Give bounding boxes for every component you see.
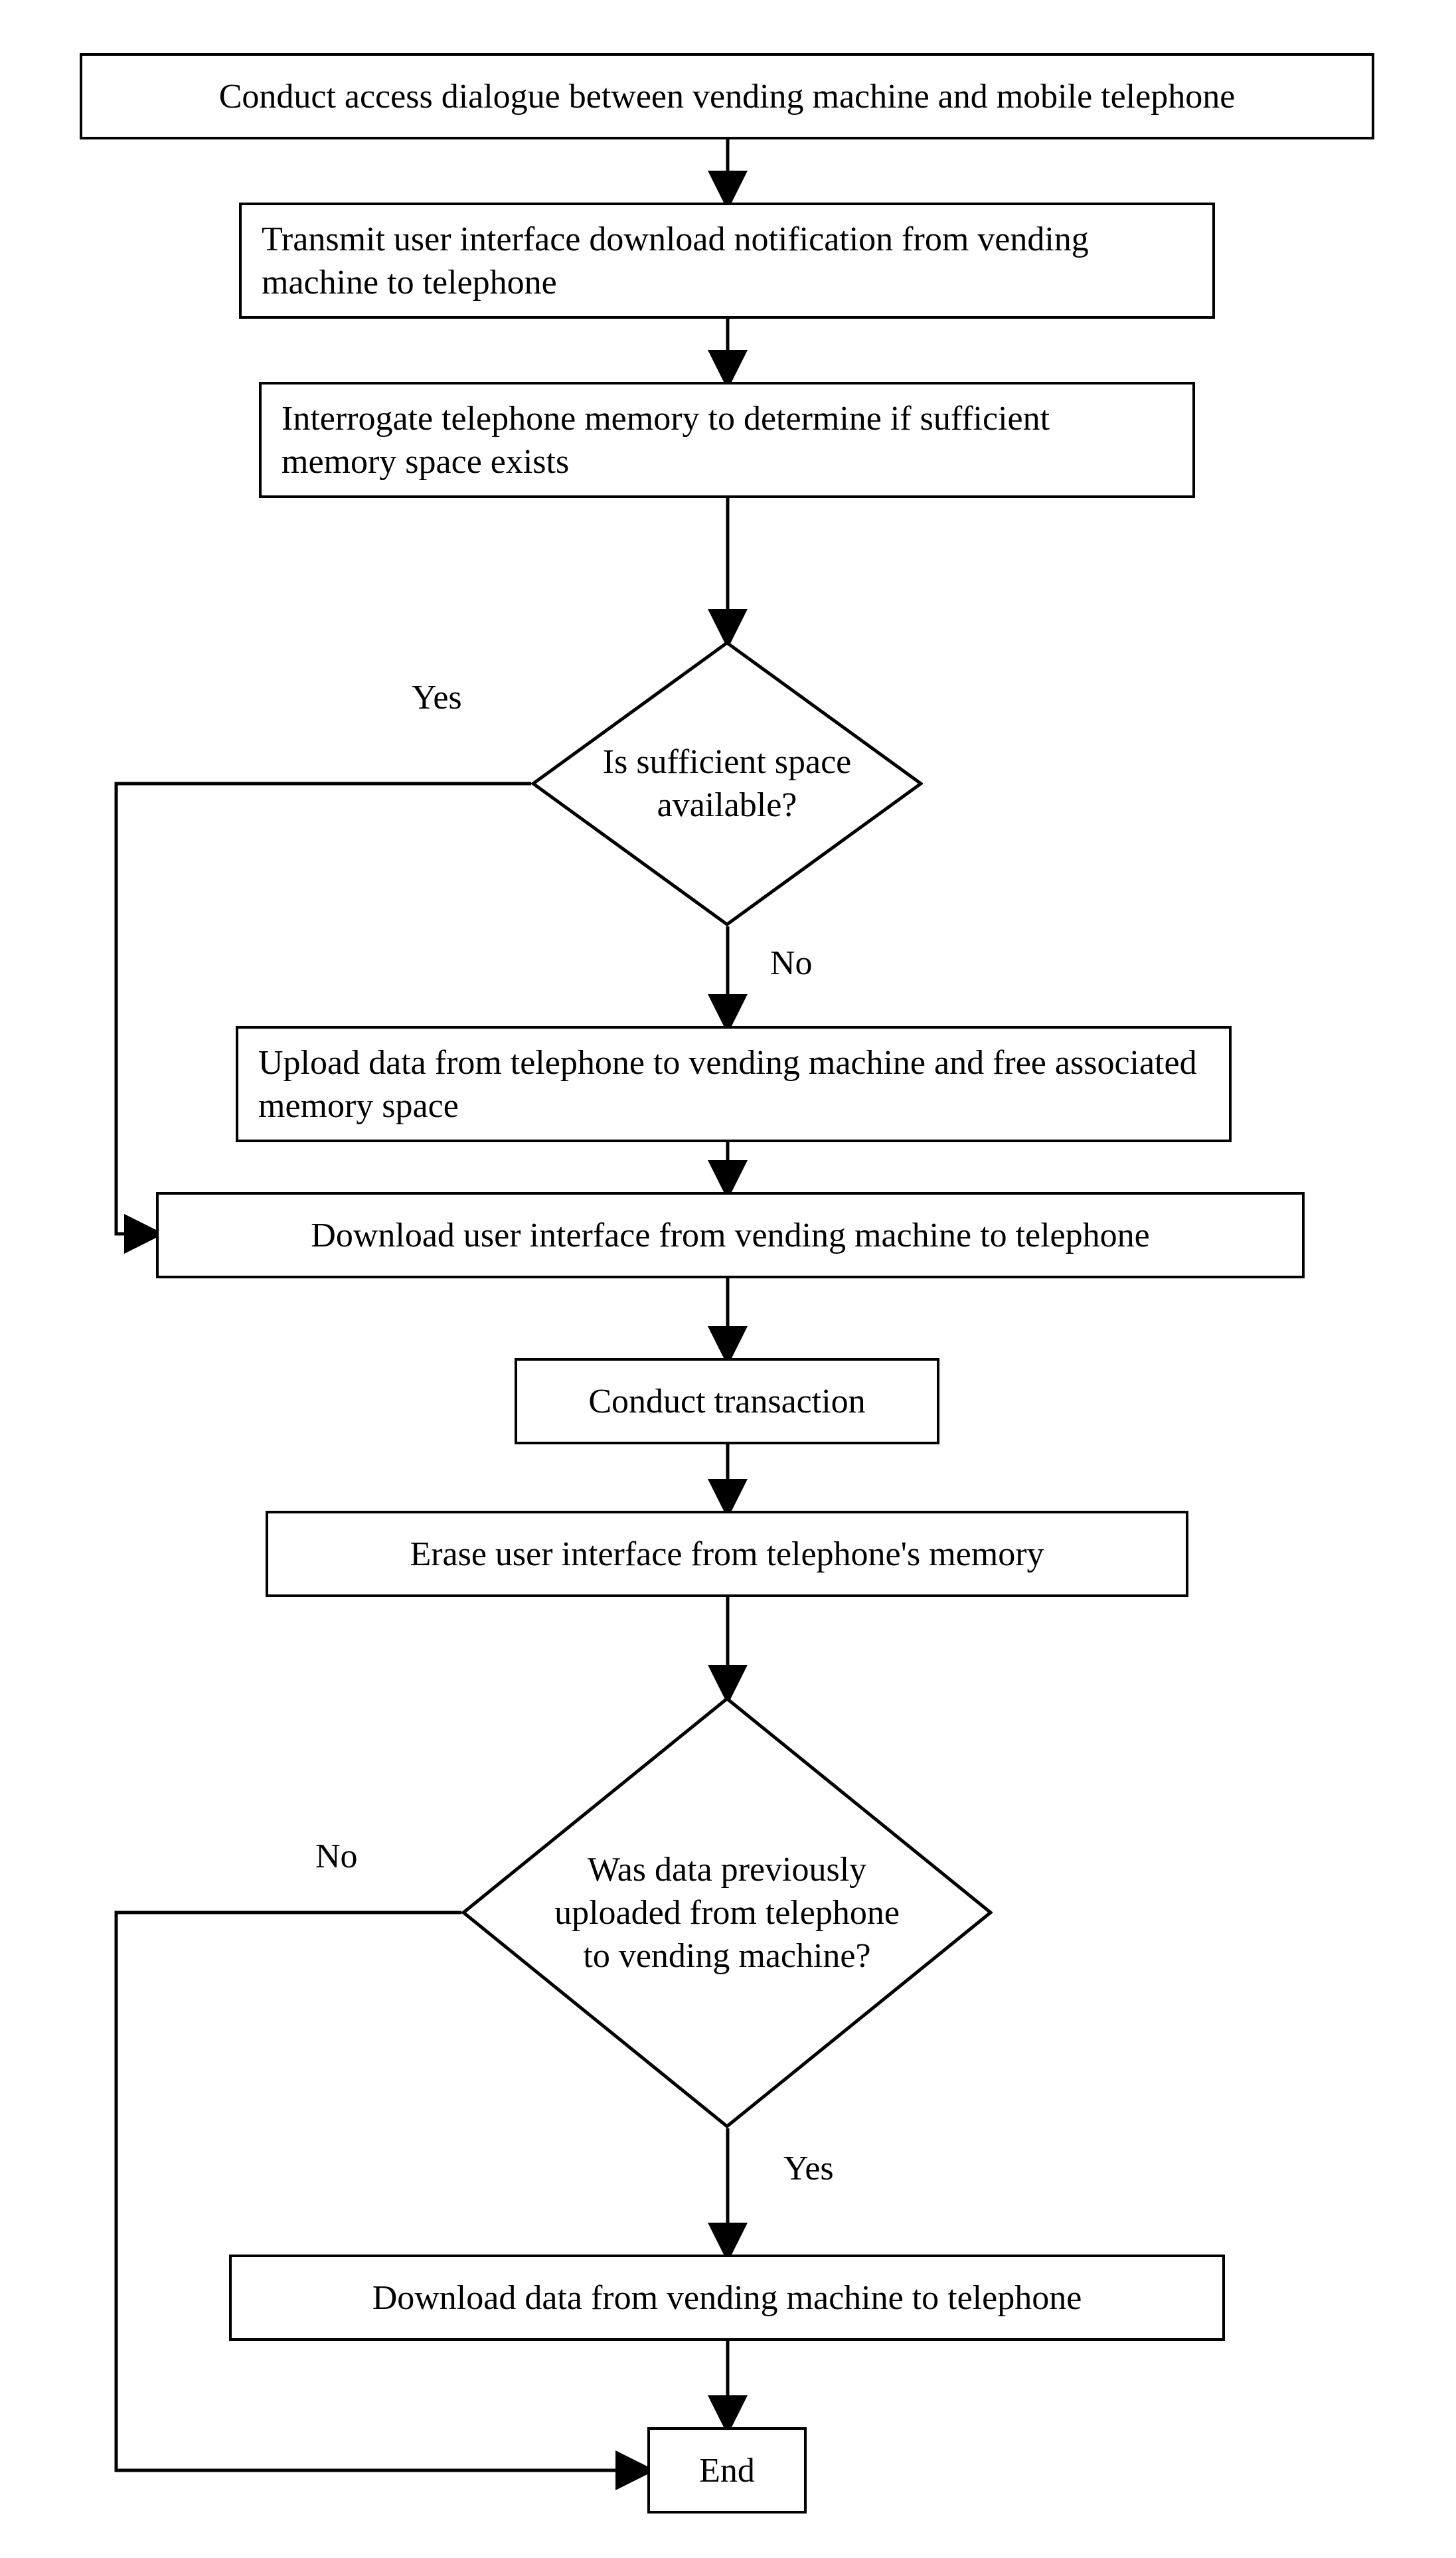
step-text: Upload data from telephone to vending ma… bbox=[258, 1041, 1209, 1128]
label-no: No bbox=[315, 1836, 358, 1877]
step-text: Download user interface from vending mac… bbox=[311, 1214, 1149, 1257]
step-download-ui: Download user interface from vending mac… bbox=[156, 1192, 1305, 1278]
step-access-dialogue: Conduct access dialogue between vending … bbox=[80, 53, 1374, 139]
decision-sufficient-space: Is sufficient space available? bbox=[531, 641, 923, 926]
step-interrogate-memory: Interrogate telephone memory to determin… bbox=[259, 382, 1195, 498]
label-no: No bbox=[770, 943, 813, 984]
step-text: Erase user interface from telephone's me… bbox=[410, 1533, 1044, 1576]
step-erase-ui: Erase user interface from telephone's me… bbox=[266, 1511, 1188, 1597]
step-text: Interrogate telephone memory to determin… bbox=[282, 397, 1173, 483]
step-transmit-notification: Transmit user interface download notific… bbox=[239, 203, 1215, 319]
step-download-data-back: Download data from vending machine to te… bbox=[229, 2255, 1225, 2341]
label-yes: Yes bbox=[783, 2148, 834, 2189]
step-text: Conduct access dialogue between vending … bbox=[219, 75, 1236, 118]
label-yes: Yes bbox=[412, 677, 462, 719]
decision-text: Was data previously uploaded from teleph… bbox=[461, 1697, 993, 2128]
step-text: Download data from vending machine to te… bbox=[372, 2276, 1082, 2320]
step-conduct-transaction: Conduct transaction bbox=[515, 1358, 939, 1444]
step-text: Conduct transaction bbox=[588, 1380, 865, 1423]
decision-text: Is sufficient space available? bbox=[531, 641, 923, 926]
step-upload-free-memory: Upload data from telephone to vending ma… bbox=[236, 1026, 1232, 1142]
step-text: End bbox=[699, 2449, 755, 2492]
step-text: Transmit user interface download notific… bbox=[262, 218, 1192, 304]
flowchart-canvas: Conduct access dialogue between vending … bbox=[0, 0, 1456, 2558]
step-end: End bbox=[647, 2427, 807, 2514]
decision-data-uploaded: Was data previously uploaded from teleph… bbox=[461, 1697, 993, 2128]
